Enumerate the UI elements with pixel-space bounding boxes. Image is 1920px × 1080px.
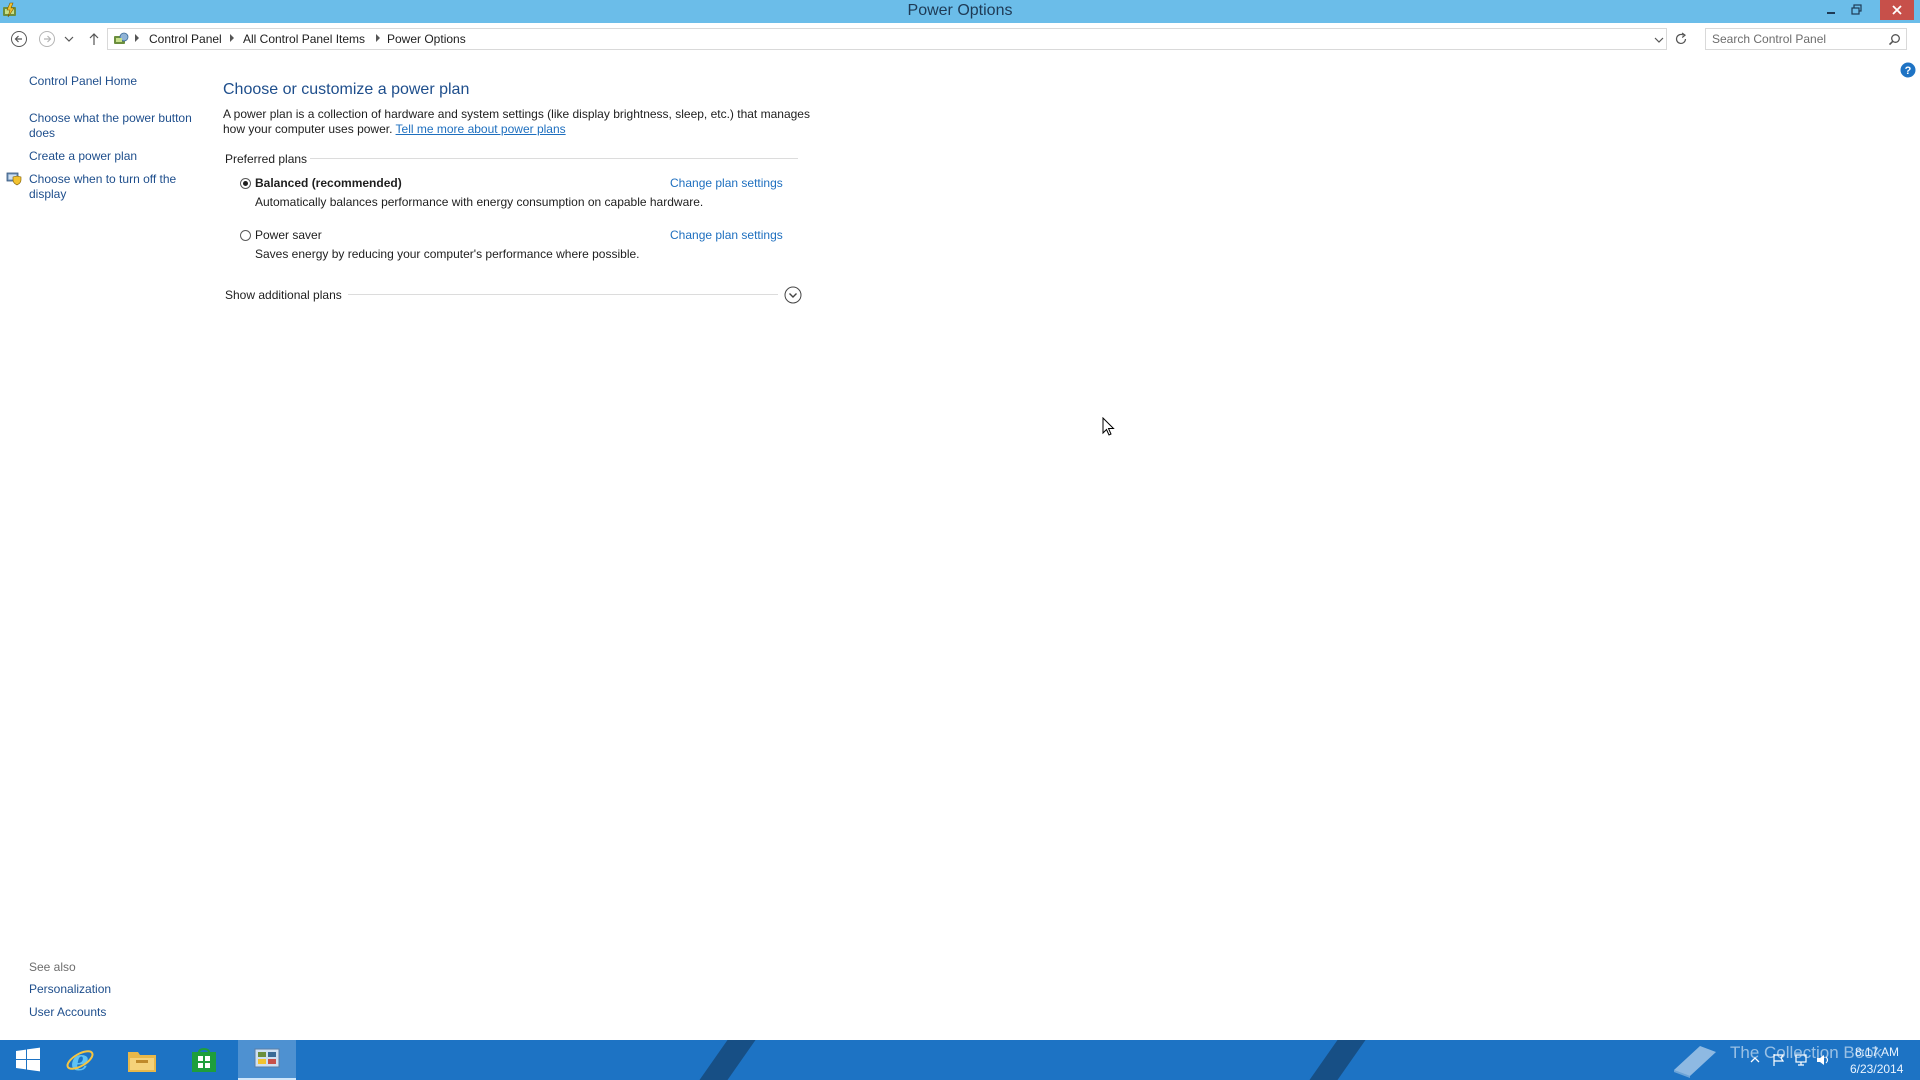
taskbar: e: [0, 1040, 1920, 1080]
intro-text: A power plan is a collection of hardware…: [223, 107, 823, 137]
power-saver-plan-name[interactable]: Power saver: [255, 228, 322, 242]
taskbar-control-panel[interactable]: [238, 1040, 296, 1080]
balanced-change-plan-settings-link[interactable]: Change plan settings: [670, 176, 783, 190]
power-saver-change-plan-settings-link[interactable]: Change plan settings: [670, 228, 783, 242]
mouse-cursor-icon: [1102, 417, 1115, 436]
control-panel-icon: [114, 32, 129, 44]
search-box[interactable]: [1705, 28, 1907, 50]
search-icon[interactable]: [1888, 33, 1901, 46]
control-panel-home-link[interactable]: Control Panel Home: [29, 74, 137, 89]
forward-arrow-icon: [39, 31, 55, 47]
back-arrow-icon: [11, 31, 27, 47]
taskbar-decoration: [1295, 1040, 1373, 1080]
close-button[interactable]: [1880, 0, 1914, 20]
breadcrumb-separator: [376, 34, 380, 42]
chevron-down-icon: [64, 36, 74, 42]
page-title: Choose or customize a power plan: [223, 81, 470, 98]
breadcrumb-power-options[interactable]: Power Options: [387, 32, 466, 46]
action-center-flag-icon[interactable]: [1772, 1053, 1786, 1067]
power-saver-plan-radio[interactable]: [240, 230, 251, 241]
show-hidden-icons-icon[interactable]: [1748, 1053, 1762, 1067]
title-bar[interactable]: Power Options: [0, 0, 1920, 23]
taskbar-file-explorer[interactable]: [114, 1040, 170, 1080]
refresh-icon: [1675, 32, 1687, 45]
display-shield-icon: [6, 172, 22, 186]
search-input[interactable]: [1712, 31, 1882, 47]
start-button[interactable]: [0, 1040, 56, 1080]
help-icon[interactable]: ?: [1900, 62, 1916, 78]
breadcrumb-control-panel[interactable]: Control Panel: [149, 32, 222, 46]
internet-explorer-icon: e: [66, 1045, 94, 1075]
section-divider: [348, 294, 778, 295]
create-power-plan-link[interactable]: Create a power plan: [29, 149, 137, 164]
balanced-plan-name[interactable]: Balanced (recommended): [255, 176, 402, 190]
up-arrow-icon: [89, 33, 99, 45]
clock-date[interactable]: 6/23/2014: [1850, 1062, 1903, 1076]
taskbar-decoration: [685, 1040, 763, 1080]
restore-button[interactable]: [1844, 0, 1870, 20]
clock-time[interactable]: 8:17 AM: [1855, 1045, 1899, 1059]
address-bar[interactable]: Control Panel All Control Panel Items Po…: [107, 28, 1667, 50]
personalization-link[interactable]: Personalization: [29, 982, 111, 997]
see-also-heading: See also: [29, 960, 76, 974]
windows-logo-icon: [16, 1047, 40, 1072]
control-panel-icon: [254, 1048, 280, 1068]
volume-icon[interactable]: [1816, 1053, 1830, 1067]
taskbar-internet-explorer[interactable]: e: [52, 1040, 108, 1080]
minimize-icon: [1827, 12, 1835, 14]
navigation-bar: Control Panel All Control Panel Items Po…: [0, 25, 1920, 55]
up-button[interactable]: [83, 28, 105, 50]
window-title: Power Options: [907, 2, 1013, 19]
balanced-plan-description: Automatically balances performance with …: [255, 195, 704, 209]
store-icon: [192, 1048, 216, 1072]
breadcrumb-all-items[interactable]: All Control Panel Items: [243, 32, 365, 46]
book-logo-icon: [1674, 1046, 1716, 1078]
svg-text:?: ?: [1905, 65, 1912, 77]
turn-off-display-link[interactable]: Choose when to turn off the display: [29, 172, 189, 202]
minimize-button[interactable]: [1818, 0, 1844, 20]
expand-chevron-icon[interactable]: [784, 286, 802, 304]
recent-locations-button[interactable]: [62, 28, 76, 50]
power-plans-info-link[interactable]: Tell me more about power plans: [396, 122, 566, 136]
breadcrumb-separator: [135, 34, 139, 42]
taskbar-store[interactable]: [176, 1040, 232, 1080]
restore-icon: [1851, 4, 1862, 15]
balanced-plan-radio[interactable]: [240, 178, 251, 189]
breadcrumb-separator: [230, 34, 234, 42]
address-history-chevron-icon[interactable]: [1654, 35, 1664, 45]
folder-icon: [128, 1052, 156, 1072]
show-additional-plans-label[interactable]: Show additional plans: [225, 288, 342, 302]
back-button[interactable]: [8, 28, 30, 50]
section-divider: [310, 158, 798, 159]
svg-text:e: e: [71, 1045, 89, 1075]
forward-button[interactable]: [36, 28, 58, 50]
preferred-plans-heading: Preferred plans: [225, 152, 308, 166]
refresh-button[interactable]: [1670, 28, 1692, 50]
user-accounts-link[interactable]: User Accounts: [29, 1005, 106, 1020]
close-icon: [1892, 5, 1902, 15]
power-saver-plan-description: Saves energy by reducing your computer's…: [255, 247, 640, 261]
network-icon[interactable]: [1794, 1053, 1808, 1067]
power-button-settings-link[interactable]: Choose what the power button does: [29, 111, 199, 141]
